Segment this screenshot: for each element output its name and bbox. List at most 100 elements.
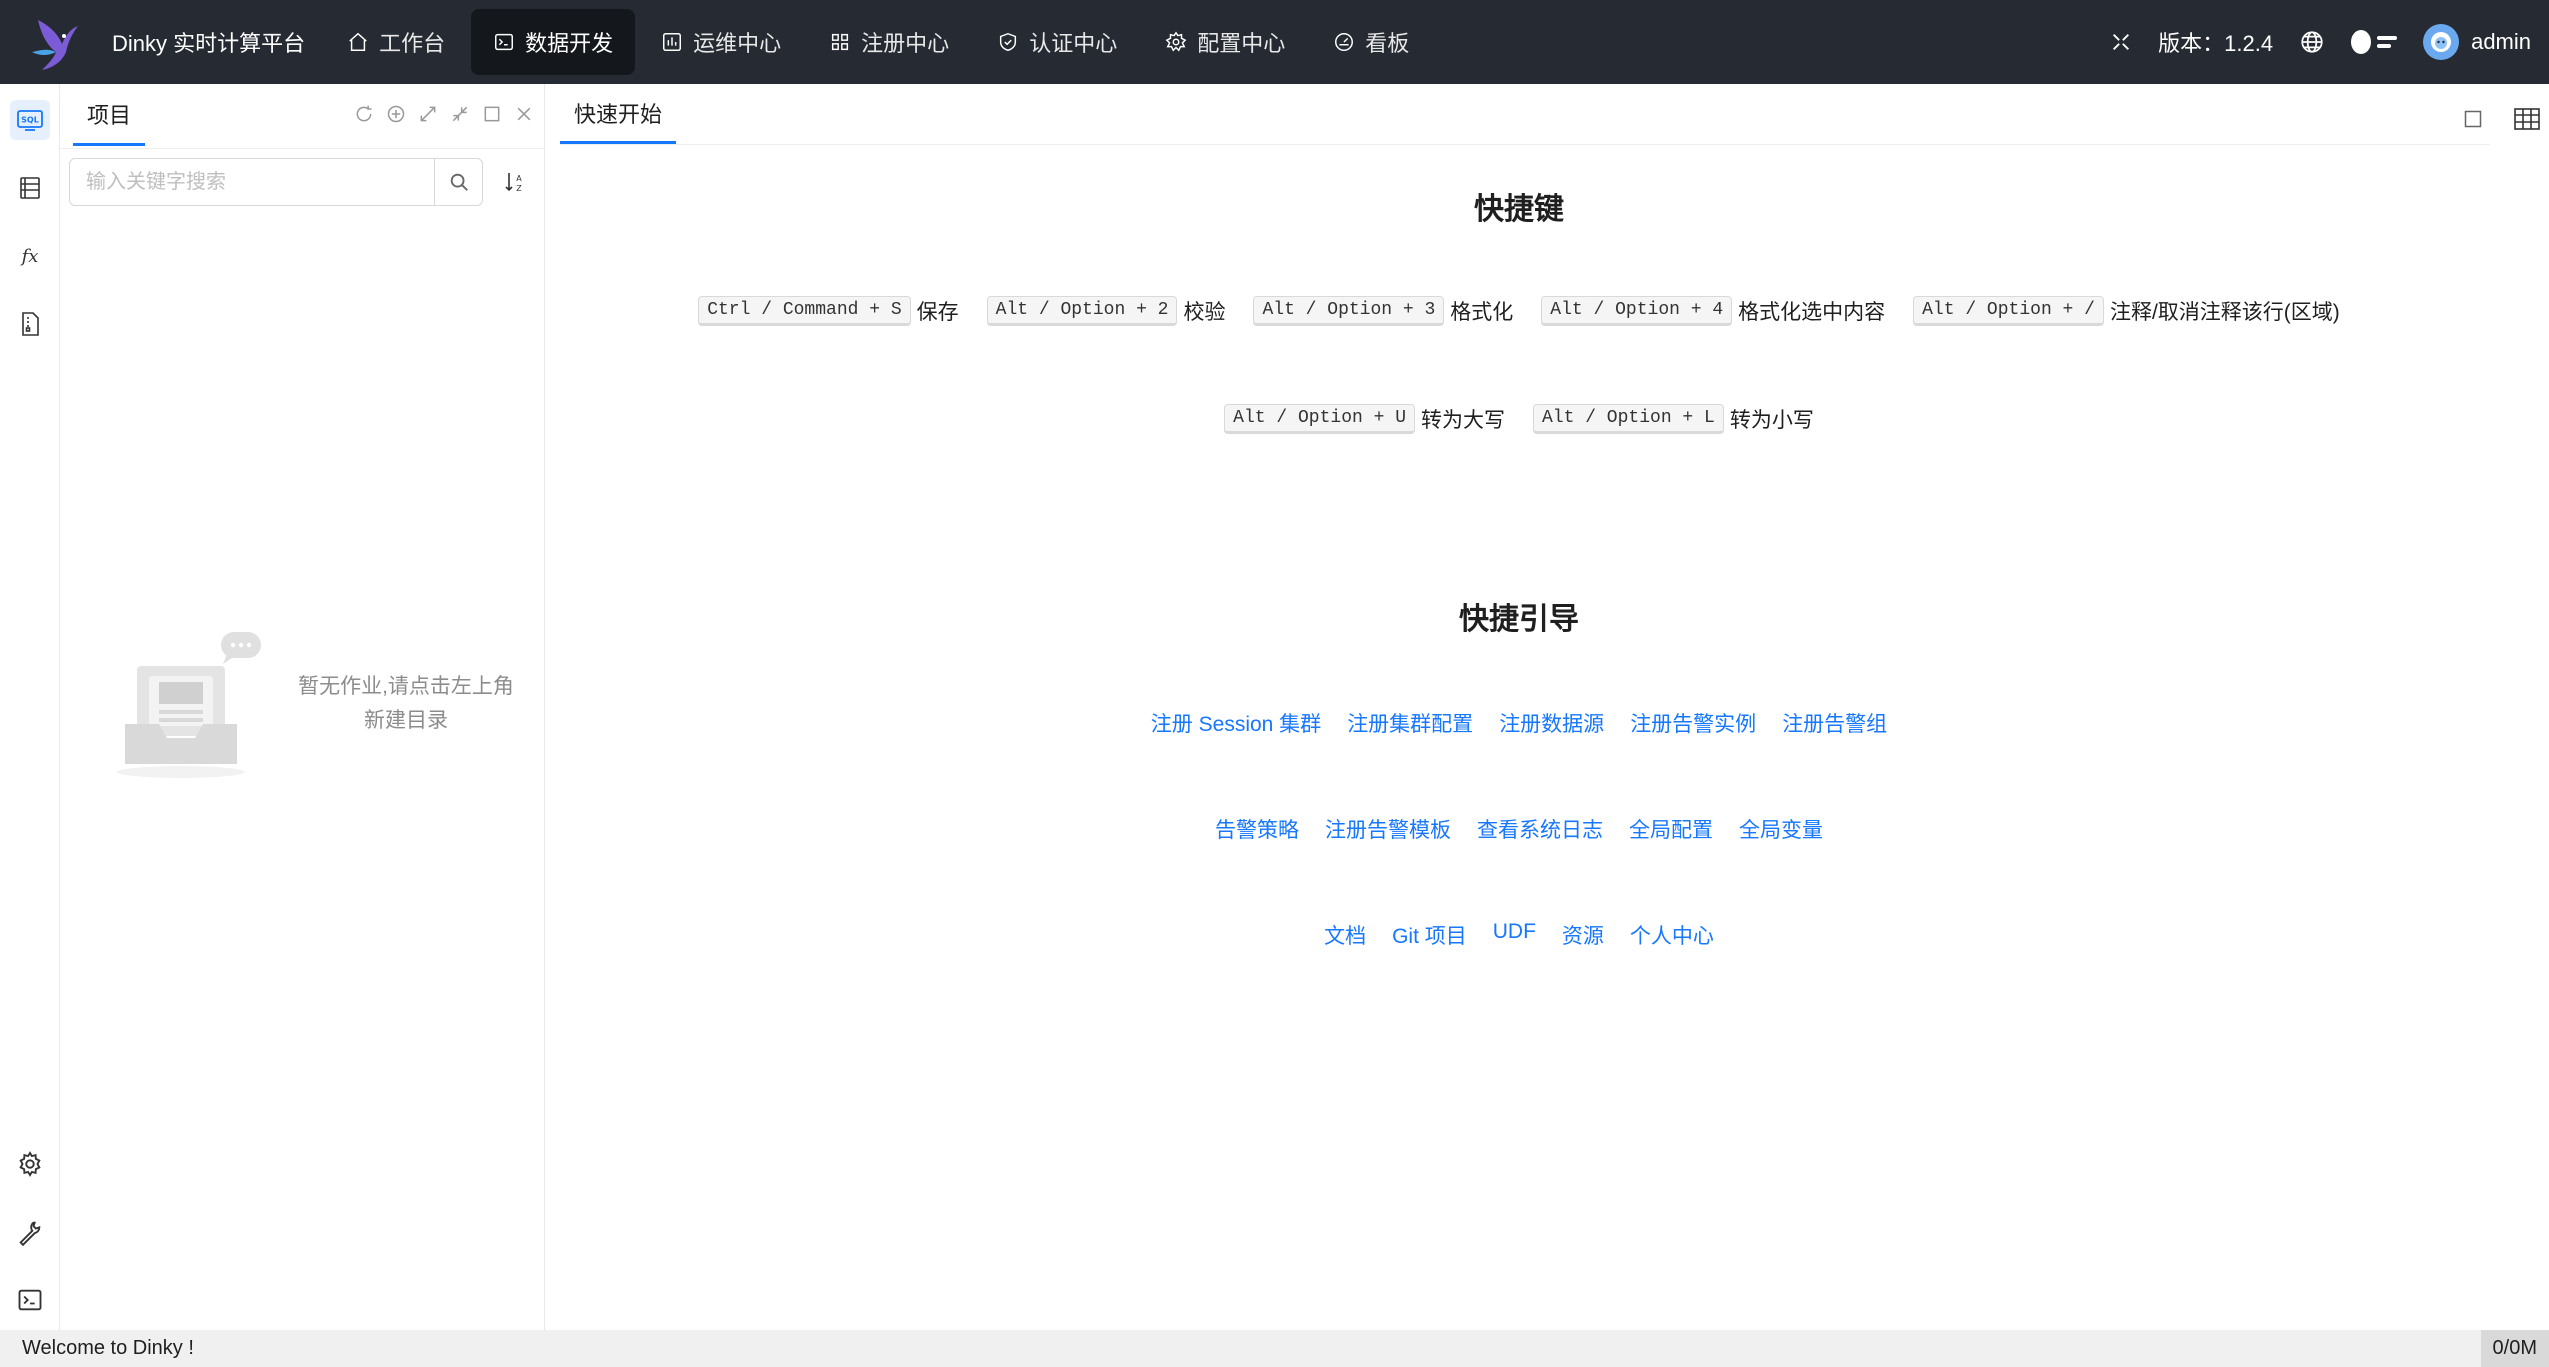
dinky-logo-icon[interactable]: [20, 0, 88, 84]
guide-link-alert-instance[interactable]: 注册告警实例: [1630, 708, 1756, 738]
main-nav: 工作台 数据开发 运维中心 注册中心 认证中心 配置中心 看板: [325, 0, 1435, 84]
nav-item-data-dev[interactable]: 数据开发: [471, 9, 636, 75]
status-bar: Welcome to Dinky ! 0/0M: [0, 1330, 2549, 1367]
add-circle-icon[interactable]: [386, 104, 406, 124]
theme-toggle[interactable]: [2351, 30, 2398, 54]
gear-icon: [1165, 31, 1187, 52]
refresh-icon[interactable]: [354, 104, 374, 124]
version-label: 版本：1.2.4: [2158, 31, 2274, 56]
search-button[interactable]: [434, 159, 482, 205]
sql-icon: SQL: [17, 110, 43, 131]
main-toolbar: [2463, 106, 2541, 132]
sort-button[interactable]: AZ: [501, 168, 529, 196]
collapse-icon[interactable]: [450, 104, 470, 124]
nav-item-workbench[interactable]: 工作台: [325, 9, 467, 75]
nav-label: 注册中心: [861, 31, 950, 56]
table-grid-icon[interactable]: [2513, 106, 2541, 132]
nav-label: 运维中心: [693, 31, 782, 56]
project-panel: 项目 AZ: [61, 84, 545, 1330]
left-icon-rail: SQL fx: [0, 84, 60, 1330]
terminal-icon: [495, 33, 514, 51]
shortcut-key: Alt / Option + 3: [1253, 296, 1445, 326]
svg-text:fx: fx: [20, 246, 39, 267]
empty-state-text: 暂无作业,请点击左上角 新建目录: [291, 670, 521, 738]
language-globe-icon[interactable]: [2299, 29, 2325, 55]
svg-text:A: A: [516, 174, 522, 183]
tab-divider: [560, 144, 2490, 145]
guide-link-git-project[interactable]: Git 项目: [1392, 920, 1467, 950]
function-fx-icon: fx: [20, 246, 39, 267]
shortcuts-title: 快捷键: [1474, 193, 1564, 226]
svg-text:Z: Z: [516, 184, 522, 193]
rail-tools-button[interactable]: [10, 1212, 50, 1252]
guide-link-datasource[interactable]: 注册数据源: [1499, 708, 1604, 738]
guide-link-session-cluster[interactable]: 注册 Session 集群: [1151, 708, 1321, 738]
rail-project-button[interactable]: SQL: [10, 100, 50, 140]
nav-item-settings[interactable]: 配置中心: [1143, 9, 1307, 75]
guide-link-global-config[interactable]: 全局配置: [1629, 814, 1713, 844]
guide-link-alert-template[interactable]: 注册告警模板: [1325, 814, 1451, 844]
nav-label: 认证中心: [1029, 31, 1118, 56]
panel-toolbar: [354, 104, 534, 124]
terminal-icon: [18, 1289, 42, 1311]
shortcut-label: 格式化选中内容: [1738, 301, 1886, 324]
gear-icon: [19, 1151, 41, 1177]
guide-link-resources[interactable]: 资源: [1562, 920, 1604, 950]
rail-catalog-button[interactable]: [10, 168, 50, 208]
shortcut-key: Alt / Option + 2: [986, 296, 1178, 326]
empty-text-line2: 新建目录: [364, 709, 448, 732]
home-icon: [349, 32, 367, 51]
nav-item-registry[interactable]: 注册中心: [807, 9, 971, 75]
guide-link-user-center[interactable]: 个人中心: [1630, 920, 1714, 950]
guide-link-alert-strategy[interactable]: 告警策略: [1215, 814, 1299, 844]
search-icon: [450, 173, 468, 191]
memory-usage: 0/0M: [2480, 1330, 2549, 1367]
rail-console-button[interactable]: [10, 1280, 50, 1320]
shortcut-key: Alt / Option + /: [1913, 296, 2104, 326]
shortcut-key: Alt / Option + 4: [1541, 296, 1733, 326]
nav-label: 配置中心: [1197, 31, 1286, 56]
shortcuts-row-2: Alt / Option + U 转为大写 Alt / Option + L 转为小…: [546, 404, 2492, 434]
toggle-knob: [2351, 30, 2372, 54]
shortcut-key: Alt / Option + U: [1224, 404, 1415, 434]
shortcut-label: 转为小写: [1729, 409, 1814, 432]
shortcut-item: Alt / Option + 4 格式化选中内容: [1541, 296, 1885, 326]
shortcut-label: 保存: [916, 301, 959, 324]
empty-inbox-icon: [117, 632, 261, 778]
nav-item-dashboard[interactable]: 看板: [1311, 9, 1431, 75]
tab-project[interactable]: 项目: [73, 84, 146, 146]
guide-link-udf[interactable]: UDF: [1493, 920, 1536, 950]
guide-row-1: 注册 Session 集群 注册集群配置 注册数据源 注册告警实例 注册告警组: [546, 708, 2492, 738]
maximize-icon[interactable]: [2463, 109, 2483, 129]
close-icon[interactable]: [514, 104, 534, 124]
guide-link-alert-group[interactable]: 注册告警组: [1782, 708, 1887, 738]
guide-link-docs[interactable]: 文档: [1324, 920, 1366, 950]
monitor-icon: [663, 33, 682, 51]
shortcuts-row-1: Ctrl / Command + S 保存 Alt / Option + 2 校验 …: [546, 296, 2492, 326]
app-title: Dinky 实时计算平台: [112, 31, 306, 56]
nav-item-ops-center[interactable]: 运维中心: [639, 9, 803, 75]
rail-resource-button[interactable]: [10, 304, 50, 344]
welcome-text: Welcome to Dinky !: [22, 1337, 194, 1359]
nav-label: 数据开发: [525, 31, 614, 56]
user-menu[interactable]: admin: [2423, 24, 2531, 60]
search-input[interactable]: [70, 159, 434, 205]
maximize-icon[interactable]: [482, 104, 502, 124]
shortcut-label: 转为大写: [1421, 409, 1505, 432]
rail-function-button[interactable]: fx: [10, 236, 50, 276]
tab-quick-start[interactable]: 快速开始: [560, 84, 677, 144]
guide-title: 快捷引导: [1459, 603, 1579, 636]
app-root: Dinky 实时计算平台 工作台 数据开发 运维中心 注册中心 认证中心 配置中…: [0, 0, 2549, 1367]
guide-link-system-log[interactable]: 查看系统日志: [1477, 814, 1603, 844]
fullscreen-icon[interactable]: [2110, 31, 2132, 53]
sort-ascending-icon: AZ: [505, 173, 522, 193]
rail-settings-button[interactable]: [10, 1144, 50, 1184]
project-search: [69, 158, 483, 206]
guide-link-cluster-config[interactable]: 注册集群配置: [1347, 708, 1473, 738]
guide-link-global-variables[interactable]: 全局变量: [1739, 814, 1823, 844]
guide-row-3: 文档 Git 项目 UDF 资源 个人中心: [546, 920, 2492, 950]
shield-icon: [1000, 32, 1017, 52]
nav-item-auth[interactable]: 认证中心: [975, 9, 1139, 75]
expand-icon[interactable]: [418, 104, 438, 124]
shortcut-key: Alt / Option + L: [1533, 404, 1724, 434]
